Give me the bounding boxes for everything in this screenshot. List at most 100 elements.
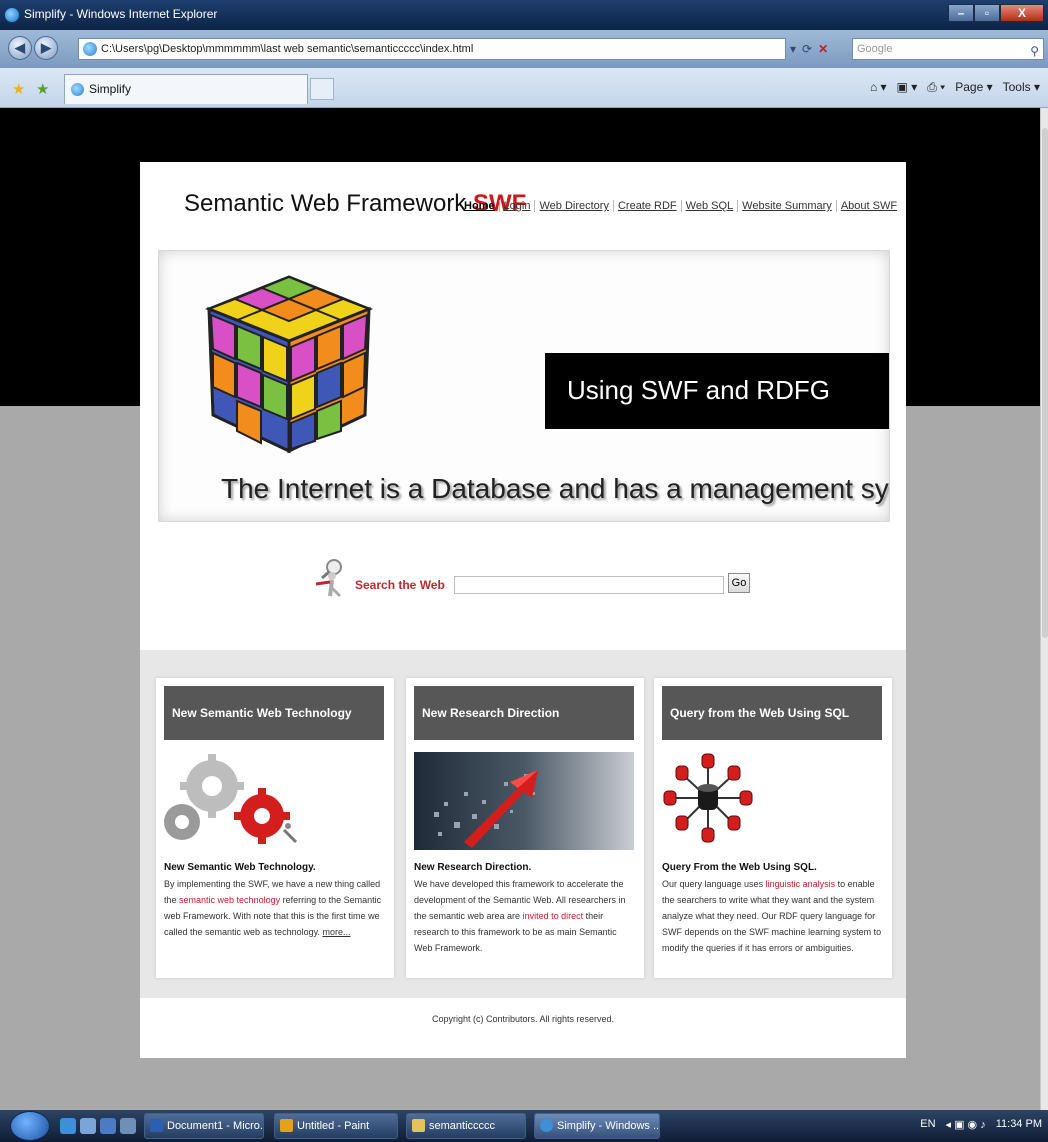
desktop-quicklaunch-icon[interactable]	[120, 1118, 136, 1134]
search-label: Search the Web	[355, 578, 445, 592]
add-favorites-icon[interactable]: ★	[36, 80, 49, 98]
ie-quicklaunch-icon[interactable]	[60, 1118, 76, 1134]
card-header: New Semantic Web Technology	[164, 686, 384, 740]
go-button[interactable]: Go	[728, 573, 750, 593]
main-nav: Home Login Web Directory Create RDF Web …	[460, 200, 901, 212]
tools-menu[interactable]: Tools ▾	[1003, 80, 1040, 95]
nav-about-swf[interactable]: About SWF	[837, 200, 901, 212]
task-label: Simplify - Windows ...	[557, 1120, 660, 1132]
tab-label: Simplify	[89, 82, 132, 96]
red-arrow-image	[414, 752, 634, 850]
nav-web-sql[interactable]: Web SQL	[682, 200, 739, 212]
media-quicklaunch-icon[interactable]	[100, 1118, 116, 1134]
window-titlebar: Simplify - Windows Internet Explorer – ▫…	[0, 0, 1048, 30]
folder-icon	[412, 1119, 425, 1132]
magnifier-figure-icon	[315, 559, 342, 598]
task-label: Untitled - Paint	[297, 1120, 370, 1132]
system-tray: EN ◂ ▣ ◉ ♪ 11:34 PM	[920, 1118, 1042, 1131]
card-body: By implementing the SWF, we have a new t…	[164, 876, 386, 940]
vertical-scrollbar[interactable]	[1040, 108, 1048, 1110]
gears-image	[164, 752, 384, 850]
window-controls: – ▫ X	[948, 4, 1044, 22]
hero-banner: Using SWF and RDFG The Internet is a Dat…	[158, 250, 890, 522]
more-link[interactable]: more...	[322, 927, 350, 937]
banner-headline: Using SWF and RDFG	[567, 375, 830, 405]
nav-login[interactable]: Login	[500, 200, 536, 212]
task-folder[interactable]: semanticcccc	[406, 1113, 526, 1139]
card-highlight-link[interactable]: linguistic analysis	[766, 879, 836, 889]
site-page: Semantic Web Framework SWF Home Login We…	[140, 162, 906, 1058]
card-body: Our query language uses linguistic analy…	[662, 876, 884, 956]
close-button[interactable]: X	[1000, 4, 1044, 22]
card-highlight-link[interactable]: semantic web technology	[179, 895, 280, 905]
nav-create-rdf[interactable]: Create RDF	[614, 200, 682, 212]
paint-icon	[280, 1119, 293, 1132]
address-url: C:\Users\pg\Desktop\mmmmmm\last web sema…	[101, 43, 474, 55]
favorites-bar: ★ ★ Simplify ⌂ ▾ ▣ ▾ ⎙ ▾ Page ▾ Tools ▾	[0, 68, 1048, 108]
banner-headline-box: Using SWF and RDFG	[545, 353, 889, 429]
task-paint[interactable]: Untitled - Paint	[274, 1113, 398, 1139]
minimize-button[interactable]: –	[948, 4, 974, 22]
card-header: Query from the Web Using SQL	[662, 686, 882, 740]
nav-website-summary[interactable]: Website Summary	[738, 200, 837, 212]
card-text: to enable the searchers to write what th…	[662, 879, 882, 953]
forward-button[interactable]: ▶	[34, 36, 58, 60]
scrollbar-thumb[interactable]	[1042, 128, 1048, 638]
search-icon[interactable]: ⚲	[1030, 41, 1039, 61]
brand-text: Semantic Web Framework	[184, 190, 467, 217]
search-box-placeholder: Google	[857, 43, 893, 55]
task-label: Document1 - Micro...	[167, 1120, 264, 1132]
address-bar[interactable]: C:\Users\pg\Desktop\mmmmmm\last web sema…	[78, 38, 786, 60]
back-button[interactable]: ◀	[8, 36, 32, 60]
new-tab-button[interactable]	[310, 78, 334, 100]
command-bar: ⌂ ▾ ▣ ▾ ⎙ ▾ Page ▾ Tools ▾	[870, 80, 1040, 95]
card-title: Query From the Web Using SQL.	[662, 862, 817, 873]
tab-simplify[interactable]: Simplify	[64, 74, 308, 104]
start-button[interactable]	[10, 1111, 50, 1141]
taskbar: Document1 - Micro... Untitled - Paint se…	[0, 1110, 1048, 1142]
nav-web-directory[interactable]: Web Directory	[535, 200, 614, 212]
search-area: Search the Web Go	[140, 554, 906, 604]
card-highlight-link[interactable]: invited to direct	[523, 911, 584, 921]
stop-icon[interactable]: ✕	[818, 42, 828, 56]
card-title: New Semantic Web Technology.	[164, 862, 316, 873]
search-box[interactable]: Google ⚲	[852, 38, 1044, 60]
task-word[interactable]: Document1 - Micro...	[144, 1113, 264, 1139]
refresh-icon[interactable]: ⟳	[802, 42, 812, 56]
print-icon[interactable]: ⎙ ▾	[927, 80, 945, 95]
card-semantic-technology: New Semantic Web Technology New Semantic…	[156, 678, 394, 978]
language-indicator[interactable]: EN	[920, 1118, 935, 1131]
clock[interactable]: 11:34 PM	[996, 1118, 1042, 1131]
task-label: semanticcccc	[429, 1120, 496, 1132]
ie-icon	[4, 7, 20, 23]
maximize-button[interactable]: ▫	[974, 4, 1000, 22]
card-text: Our query language uses	[662, 879, 764, 889]
explorer-quicklaunch-icon[interactable]	[80, 1118, 96, 1134]
tab-ie-icon	[71, 83, 84, 96]
browser-viewport: Semantic Web Framework SWF Home Login We…	[0, 108, 1040, 1110]
site-header: Semantic Web Framework SWF Home Login We…	[140, 190, 906, 230]
ie-task-icon	[540, 1119, 553, 1132]
card-body: We have developed this framework to acce…	[414, 876, 636, 956]
card-title: New Research Direction.	[414, 862, 532, 873]
home-icon[interactable]: ⌂ ▾	[870, 80, 887, 95]
favorites-star-icon[interactable]: ★	[12, 80, 25, 98]
feature-cards-band: New Semantic Web Technology New Semantic…	[140, 650, 906, 998]
rubiks-cube-image	[204, 275, 374, 454]
task-ie[interactable]: Simplify - Windows ...	[534, 1113, 660, 1139]
word-icon	[150, 1119, 163, 1132]
address-toolbar: ◀ ▶ C:\Users\pg\Desktop\mmmmmm\last web …	[0, 30, 1048, 68]
page-menu[interactable]: Page ▾	[955, 80, 992, 95]
window-title: Simplify - Windows Internet Explorer	[24, 7, 218, 21]
database-network-image	[662, 752, 882, 850]
nav-home[interactable]: Home	[460, 200, 500, 212]
site-footer: Copyright (c) Contributors. All rights r…	[431, 1014, 615, 1024]
tray-icons[interactable]: ◂ ▣ ◉ ♪	[946, 1118, 986, 1131]
search-input[interactable]	[454, 576, 724, 594]
card-query-sql: Query from the Web Using SQL Query From …	[654, 678, 892, 978]
feeds-icon[interactable]: ▣ ▾	[897, 80, 918, 95]
page-icon	[83, 42, 97, 56]
card-header: New Research Direction	[414, 686, 634, 740]
card-research-direction: New Research Direction New Research Dire…	[406, 678, 644, 978]
dropdown-icon[interactable]: ▾	[790, 42, 796, 56]
